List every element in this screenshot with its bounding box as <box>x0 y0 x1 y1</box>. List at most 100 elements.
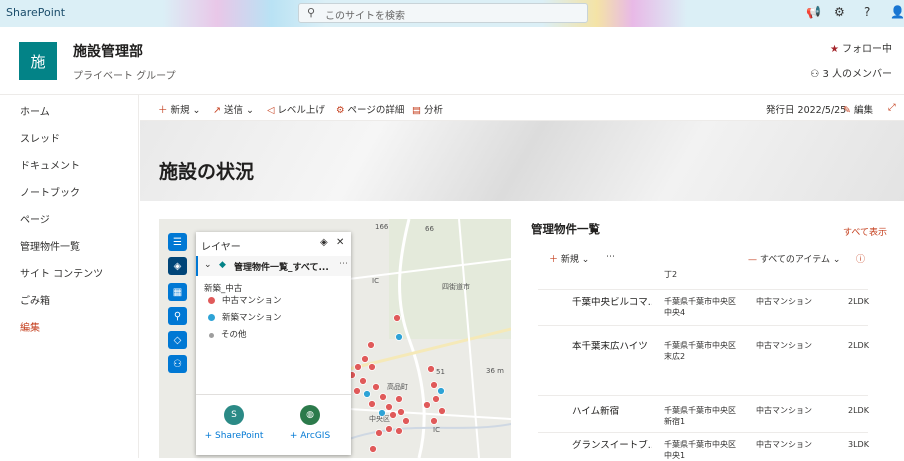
megaphone-icon[interactable]: 📢 <box>806 5 821 19</box>
list-row[interactable]: 千葉中央ビルコマ... 千葉県千葉市中央区中央4 中古マンション 2LDK <box>538 292 869 326</box>
nav-item-recycle-bin[interactable]: ごみ箱 <box>20 292 50 307</box>
page-details-label: ページの詳細 <box>347 105 405 116</box>
cell-name[interactable]: 千葉中央ビルコマ... <box>572 297 652 309</box>
view-selector[interactable]: — すべてのアイテム ⌄ <box>748 252 840 265</box>
app-brand[interactable]: SharePoint <box>6 6 65 19</box>
legend-dot-icon <box>208 297 215 304</box>
site-subtitle: プライベート グループ <box>73 71 176 82</box>
road-label-66: 66 <box>425 225 434 233</box>
map-menu-button[interactable]: ☰ <box>168 233 187 251</box>
nav-item-property-list[interactable]: 管理物件一覧 <box>20 238 80 253</box>
legend-dot-icon <box>208 314 215 321</box>
gear-icon[interactable]: ⚙ <box>834 5 845 19</box>
send-button[interactable]: ↗ 送信 ⌄ <box>213 102 254 116</box>
analytics-icon: ▤ <box>412 105 421 116</box>
page-details-button[interactable]: ⚙ ページの詳細 <box>336 102 404 116</box>
close-icon[interactable]: ✕ <box>336 237 344 248</box>
chevron-down-icon[interactable]: ⌄ <box>204 260 212 270</box>
list-new-button[interactable]: ＋ 新規 ⌄ <box>549 252 589 265</box>
cell-plan: 2LDK <box>848 341 869 350</box>
star-icon: ★ <box>830 44 839 55</box>
see-all-link[interactable]: すべて表示 <box>843 225 887 238</box>
layers-icon[interactable]: ◈ <box>320 237 328 248</box>
cell-name[interactable]: ハイム新宿 <box>572 406 652 418</box>
expand-icon[interactable]: ⤢ <box>888 102 899 113</box>
megaphone-icon: ◁ <box>267 105 275 116</box>
info-icon[interactable]: ⓘ <box>856 252 865 265</box>
map-tag-button[interactable]: ◇ <box>168 331 187 349</box>
layer-row[interactable]: ⌄ ◆ 管理物件一覧_すべて... ⋯ <box>196 256 351 276</box>
map-share-button[interactable]: ⚇ <box>168 355 187 373</box>
follow-button[interactable]: ★ フォロー中 <box>830 40 892 55</box>
cell-name[interactable]: グランスイートブ... <box>572 440 652 452</box>
sharepoint-icon: S <box>224 405 244 425</box>
view-label: すべてのアイテム <box>759 255 830 265</box>
list-title[interactable]: 管理物件一覧 <box>531 221 600 237</box>
search-placeholder: このサイトを検索 <box>325 11 405 22</box>
layer-name: 管理物件一覧_すべて... <box>234 263 329 273</box>
page-banner: 施設の状況 <box>140 121 904 201</box>
nav-item-site-contents[interactable]: サイト コンテンツ <box>20 265 103 280</box>
cell-plan: 2LDK <box>848 406 869 415</box>
legend-dot-icon <box>209 333 214 338</box>
add-sharepoint-button[interactable]: S + SharePoint <box>204 405 264 441</box>
more-icon[interactable]: ⋯ <box>339 259 348 269</box>
search-icon: ⚲ <box>307 6 316 19</box>
list-new-label: 新規 <box>560 255 579 265</box>
share-icon: ↗ <box>213 105 221 116</box>
left-navigation: ホーム スレッド ドキュメント ノートブック ページ 管理物件一覧 サイト コン… <box>0 95 139 458</box>
map-layers-button[interactable]: ◈ <box>168 257 187 275</box>
town-label: 四街道市 <box>442 282 470 291</box>
plus-icon: ＋ <box>549 255 559 265</box>
tag-icon: ◇ <box>173 334 182 346</box>
map-basemap-button[interactable]: ▦ <box>168 283 187 301</box>
edit-button[interactable]: ✎ 編集 <box>843 102 873 116</box>
cell-name[interactable]: 本千葉末広ハイツ <box>572 341 652 353</box>
list-row[interactable]: 丁2 <box>538 266 868 290</box>
cell-plan: 2LDK <box>848 297 869 306</box>
edit-label: 編集 <box>853 105 873 116</box>
distance-label: 36 m <box>486 367 504 375</box>
nav-item-pages[interactable]: ページ <box>20 211 50 226</box>
follow-label: フォロー中 <box>842 44 892 55</box>
add-arcgis-button[interactable]: ◍ + ArcGIS <box>280 405 340 441</box>
sharepoint-icon: ◆ <box>219 260 226 270</box>
list-row[interactable]: ハイム新宿 千葉県千葉市中央区新宿1 中古マンション 2LDK <box>538 401 869 433</box>
new-button[interactable]: ＋新規 ⌄ <box>158 102 201 116</box>
published-date: 発行日 2022/5/25 <box>766 105 847 116</box>
legend-label: 中古マンション <box>222 296 282 306</box>
cell-address: 千葉県千葉市中央区中央4 <box>664 297 736 317</box>
analytics-button[interactable]: ▤ 分析 <box>412 102 443 116</box>
help-icon[interactable]: ? <box>864 5 870 19</box>
list-row[interactable]: グランスイートブ... 千葉県千葉市中央区中央1 中古マンション 3LDK <box>538 435 869 460</box>
user-icon[interactable]: 👤 <box>890 5 904 19</box>
road-label-166: 166 <box>375 223 389 231</box>
page-title: 施設の状況 <box>159 161 255 183</box>
legend-label: 新築マンション <box>222 313 282 323</box>
add-arcgis-label: + ArcGIS <box>289 431 331 441</box>
list-more-icon[interactable]: ⋯ <box>606 252 615 262</box>
nav-item-home[interactable]: ホーム <box>20 103 50 118</box>
list-row[interactable]: 本千葉末広ハイツ 千葉県千葉市中央区末広2 中古マンション 2LDK <box>538 336 869 396</box>
promote-button[interactable]: ◁ レベル上げ <box>267 102 325 116</box>
nav-edit-link[interactable]: 編集 <box>20 319 40 334</box>
share-icon: ⚇ <box>173 358 182 370</box>
search-box[interactable]: ⚲ このサイトを検索 <box>298 3 588 23</box>
members-button[interactable]: ⚇ 3 人のメンバー <box>810 65 892 80</box>
pencil-icon: ✎ <box>843 105 851 116</box>
nav-item-threads[interactable]: スレッド <box>20 130 60 145</box>
cell-type: 中古マンション <box>756 406 812 415</box>
cell-type: 中古マンション <box>756 341 812 350</box>
nav-item-documents[interactable]: ドキュメント <box>20 157 80 172</box>
layer-panel: レイヤー ◈ ✕ ⌄ ◆ 管理物件一覧_すべて... ⋯ 新築_中古 中古マンシ… <box>196 232 351 455</box>
members-label: 3 人のメンバー <box>822 69 892 80</box>
map-search-button[interactable]: ⚲ <box>168 307 187 325</box>
site-logo[interactable]: 施 <box>19 42 57 80</box>
legend-item-other: その他 <box>208 328 247 340</box>
ic-label-2: IC <box>433 426 440 434</box>
analytics-label: 分析 <box>423 105 443 116</box>
grid-icon: ▦ <box>172 286 183 298</box>
person-icon: ⚇ <box>810 69 820 80</box>
nav-item-notebook[interactable]: ノートブック <box>20 184 80 199</box>
site-title[interactable]: 施設管理部 <box>73 41 143 61</box>
